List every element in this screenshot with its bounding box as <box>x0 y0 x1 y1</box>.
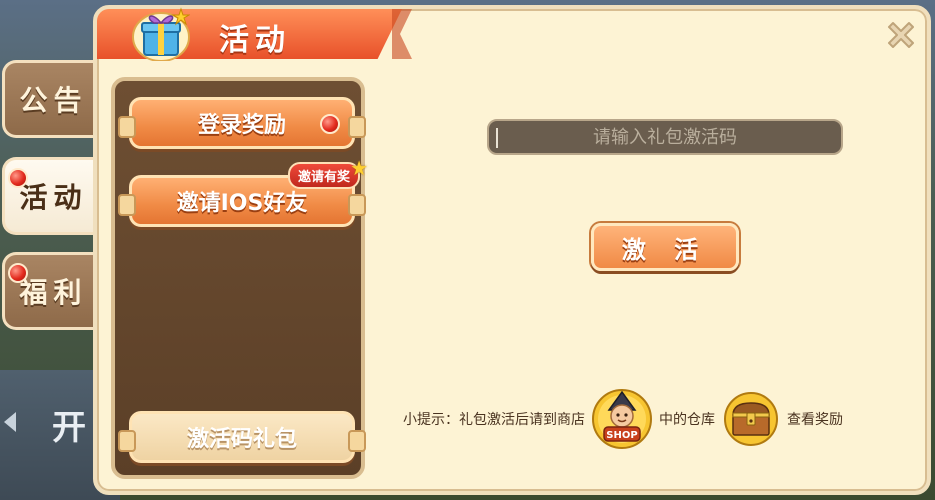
title-ribbon-tail <box>392 9 412 59</box>
tip-suffix-text: 查看奖励 <box>787 412 843 428</box>
activate-button[interactable]: 激 活 <box>591 223 739 271</box>
list-item-invite-ios-friend[interactable]: 邀请IOS好友 邀请有奖 ★ <box>118 156 368 227</box>
notification-dot-icon <box>320 114 340 134</box>
back-arrow-icon <box>4 412 16 432</box>
list-item-login-reward[interactable]: 登录奖励 <box>118 97 366 149</box>
list-item-label: 激活码礼包 <box>186 427 297 452</box>
close-button[interactable] <box>881 15 921 55</box>
gift-box-icon <box>132 7 190 61</box>
list-item-label: 登录奖励 <box>197 113 286 138</box>
tab-announcement[interactable]: 公告 <box>2 60 102 138</box>
text-caret <box>496 128 498 148</box>
start-button-text[interactable]: 开 <box>52 400 88 449</box>
tab-announcement-label: 公告 <box>19 84 88 117</box>
tip-row: 小提示：礼包激活后请到商店 SHOP 中的仓库 查看奖励 <box>403 389 923 449</box>
list-item-activation-code-gift[interactable]: 激活码礼包 <box>118 411 366 463</box>
tab-welfare-label: 福利 <box>19 276 88 309</box>
activity-dialog: 活动 登录奖励 邀请IOS好友 邀请有奖 ★ 激活码礼包 激 活 小提示：礼包激… <box>93 5 931 495</box>
shop-icon-label: SHOP <box>606 430 637 441</box>
tip-middle-text: 中的仓库 <box>659 412 715 428</box>
treasure-chest-icon <box>724 392 778 446</box>
tab-activity-label: 活动 <box>19 181 88 214</box>
notification-dot-icon <box>8 263 28 283</box>
notification-dot-icon <box>8 168 28 188</box>
tip-prefix-text: 小提示：礼包激活后请到商店 <box>403 412 585 428</box>
close-icon <box>888 22 914 48</box>
activity-list-panel: 登录奖励 邀请IOS好友 邀请有奖 ★ 激活码礼包 <box>111 77 368 479</box>
list-item-label: 邀请IOS好友 <box>176 191 308 216</box>
shop-icon: SHOP <box>592 389 652 449</box>
dialog-title: 活动 <box>219 23 291 58</box>
activation-code-input[interactable] <box>487 119 843 155</box>
star-icon: ★ <box>350 156 368 180</box>
